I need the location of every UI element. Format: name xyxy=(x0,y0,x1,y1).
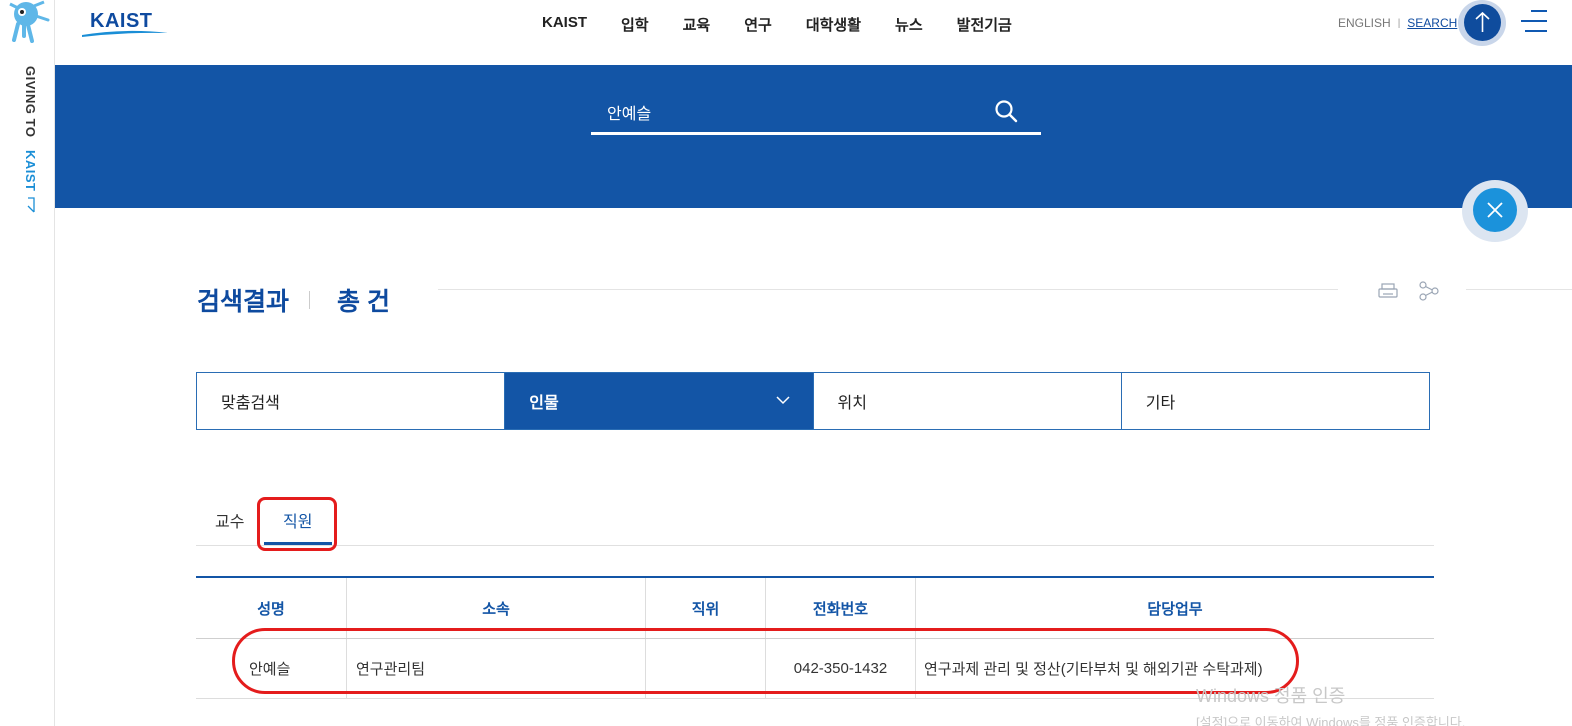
scroll-top-button[interactable] xyxy=(1458,0,1506,46)
hamburger-line xyxy=(1525,30,1547,32)
title-rule-right xyxy=(1466,289,1572,290)
logo-swoosh-icon xyxy=(82,30,168,37)
main-nav: KAIST 입학 교육 연구 대학생활 뉴스 발전기금 xyxy=(542,14,1046,35)
watermark-line2: [설정]으로 이동하여 Windows를 정품 인증합니다. xyxy=(1196,715,1466,726)
arrow-icon xyxy=(27,197,35,213)
close-icon xyxy=(1487,202,1503,218)
util-divider: | xyxy=(1397,17,1401,29)
left-rail: GIVING TO KAIST xyxy=(0,0,55,726)
print-icon[interactable] xyxy=(1378,282,1398,300)
search-link[interactable]: SEARCH xyxy=(1407,16,1457,30)
results-count: 총 건 xyxy=(337,288,390,316)
annotation-row-highlight xyxy=(232,628,1299,694)
tab-other[interactable]: 기타 xyxy=(1122,373,1429,429)
nav-item-kaist[interactable]: KAIST xyxy=(542,14,587,35)
sub-tab-professor[interactable]: 교수 xyxy=(215,508,244,532)
site-header: KAIST KAIST 입학 교육 연구 대학생활 뉴스 발전기금 ENGLIS… xyxy=(55,0,1572,65)
tab-label: 맞춤검색 xyxy=(221,395,280,412)
annotation-staff-tab-highlight xyxy=(257,497,337,551)
nav-item-education[interactable]: 교육 xyxy=(683,14,711,35)
title-divider xyxy=(309,291,311,309)
tab-custom-search[interactable]: 맞춤검색 xyxy=(197,373,506,429)
close-search-button-inner xyxy=(1473,188,1517,232)
tab-people[interactable]: 인물 xyxy=(505,373,814,429)
share-icon[interactable] xyxy=(1418,281,1440,301)
giving-kaist-text: KAIST xyxy=(23,149,38,192)
title-rule xyxy=(438,289,1338,290)
tab-label: 인물 xyxy=(529,395,559,412)
nav-item-news[interactable]: 뉴스 xyxy=(895,14,923,35)
search-icon[interactable] xyxy=(994,99,1018,123)
chevron-down-icon xyxy=(775,396,790,405)
results-title: 검색결과 xyxy=(197,288,290,316)
hamburger-line xyxy=(1531,10,1547,12)
kaist-logo[interactable]: KAIST xyxy=(82,8,168,40)
windows-activation-watermark: Windows 정품 인증 [설정]으로 이동하여 Windows를 정품 인증… xyxy=(1196,682,1465,726)
giving-to-kaist-link[interactable]: GIVING TO KAIST xyxy=(14,66,38,216)
arrow-up-icon xyxy=(1475,11,1490,32)
search-field xyxy=(591,93,1041,135)
category-tabs: 맞춤검색 인물 위치 기타 xyxy=(196,372,1430,430)
sub-tabs: 교수 직원 xyxy=(196,498,1434,546)
tab-label: 기타 xyxy=(1145,395,1176,412)
nav-item-research[interactable]: 연구 xyxy=(744,14,772,35)
nav-item-admission[interactable]: 입학 xyxy=(621,14,649,35)
menu-button[interactable] xyxy=(1521,10,1547,34)
giving-text: GIVING TO xyxy=(23,66,38,138)
utility-links: ENGLISH | SEARCH xyxy=(1338,16,1457,30)
kaist-mascot-icon[interactable] xyxy=(4,0,50,44)
hamburger-line xyxy=(1521,20,1547,22)
nav-item-campus-life[interactable]: 대학생활 xyxy=(806,14,861,35)
nav-item-development-fund[interactable]: 발전기금 xyxy=(957,14,1012,35)
search-band xyxy=(55,65,1572,208)
tab-label: 위치 xyxy=(837,395,867,412)
scroll-top-button-inner xyxy=(1464,4,1501,41)
tab-location[interactable]: 위치 xyxy=(814,373,1122,429)
watermark-line1: Windows 정품 인증 xyxy=(1196,686,1346,706)
close-search-button[interactable] xyxy=(1462,180,1528,242)
english-link[interactable]: ENGLISH xyxy=(1338,16,1391,30)
search-input[interactable] xyxy=(607,93,967,131)
results-heading: 검색결과 총 건 xyxy=(197,282,390,318)
